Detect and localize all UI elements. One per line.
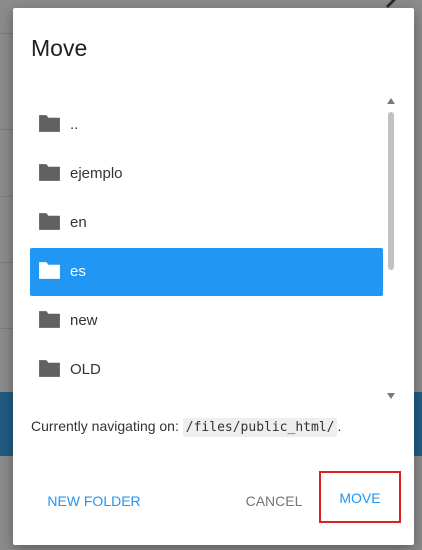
folder-icon — [39, 311, 60, 328]
dialog-title: Move — [31, 35, 88, 61]
navigation-suffix: . — [337, 418, 342, 434]
new-folder-button[interactable]: NEW FOLDER — [39, 480, 149, 522]
folder-item-new[interactable]: new — [30, 297, 383, 345]
folder-icon — [39, 164, 60, 181]
move-dialog: Move .. ejemplo en es new OLD Currently … — [13, 8, 414, 545]
folder-item-label: en — [70, 214, 87, 231]
folder-item-old[interactable]: OLD — [30, 346, 383, 394]
navigation-label: Currently navigating on: — [31, 418, 179, 434]
folder-list-scrollbar[interactable] — [385, 96, 397, 401]
scroll-down-arrow-icon[interactable] — [387, 393, 395, 399]
folder-item-label: .. — [70, 116, 79, 133]
navigation-path: /files/public_html/ — [182, 418, 338, 437]
folder-item-parent[interactable]: .. — [30, 101, 383, 149]
folder-item-partial[interactable] — [30, 395, 383, 403]
folder-icon — [39, 213, 60, 230]
folder-item-label: OLD — [70, 361, 101, 378]
folder-item-ejemplo[interactable]: ejemplo — [30, 150, 383, 198]
pencil-icon — [386, 0, 396, 8]
folder-item-label: new — [70, 312, 98, 329]
folder-list: .. ejemplo en es new OLD — [30, 93, 390, 403]
scroll-thumb[interactable] — [388, 112, 394, 270]
folder-icon — [39, 360, 60, 377]
folder-item-es[interactable]: es — [30, 248, 383, 296]
background-divider — [0, 196, 14, 197]
background-divider — [0, 328, 14, 329]
background-divider — [0, 262, 14, 263]
scroll-up-arrow-icon[interactable] — [387, 98, 395, 104]
folder-item-en[interactable]: en — [30, 199, 383, 247]
cancel-button[interactable]: CANCEL — [241, 480, 307, 522]
background-divider — [0, 129, 14, 130]
background-divider — [0, 33, 14, 34]
folder-item-label: ejemplo — [70, 165, 123, 182]
navigation-info: Currently navigating on: /files/public_h… — [31, 418, 342, 437]
folder-item-label: es — [70, 263, 86, 280]
folder-icon — [39, 115, 60, 132]
move-button[interactable]: MOVE — [319, 471, 401, 523]
folder-icon — [39, 262, 60, 279]
